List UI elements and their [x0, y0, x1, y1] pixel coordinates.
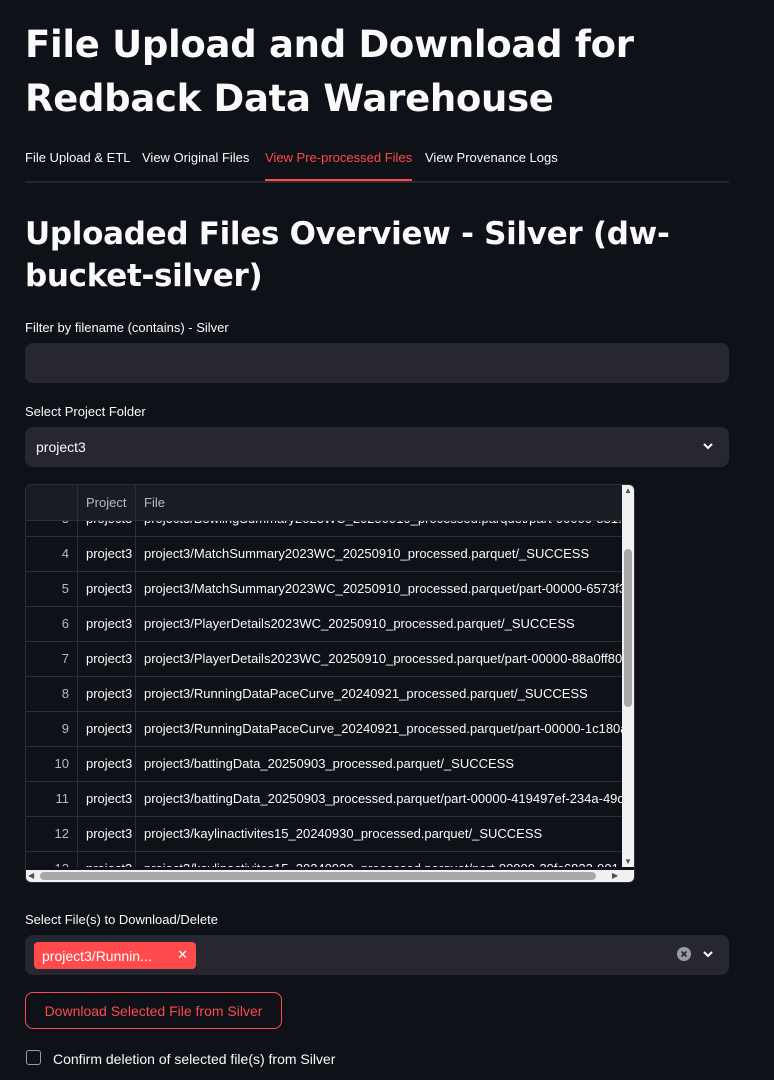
- row-index: 13: [26, 851, 77, 867]
- vertical-scrollbar[interactable]: ▲ ▼: [622, 485, 634, 867]
- chevron-down-icon: [701, 439, 715, 458]
- row-file: project3/BowlingSummary2023WC_20250910_p…: [135, 521, 624, 536]
- row-project: project3: [77, 676, 135, 711]
- row-file: project3/kaylinactivites15_20240930_proc…: [135, 851, 624, 867]
- row-project: project3: [77, 781, 135, 816]
- row-project: project3: [77, 746, 135, 781]
- filter-label: Filter by filename (contains) - Silver: [25, 320, 229, 335]
- row-file: project3/PlayerDetails2023WC_20250910_pr…: [135, 606, 624, 641]
- project-select-value: project3: [36, 439, 86, 455]
- scroll-down-arrow-icon[interactable]: ▼: [624, 857, 632, 867]
- download-button[interactable]: Download Selected File from Silver: [25, 992, 282, 1029]
- table-row[interactable]: 11 project3 project3/battingData_2025090…: [26, 781, 624, 817]
- scroll-right-arrow-icon[interactable]: ▶: [612, 871, 618, 881]
- column-header-project[interactable]: Project: [77, 485, 135, 520]
- column-header-index: [26, 485, 77, 520]
- file-select-label: Select File(s) to Download/Delete: [25, 912, 218, 927]
- filter-input[interactable]: [25, 343, 729, 383]
- table-row[interactable]: 9 project3 project3/RunningDataPaceCurve…: [26, 711, 624, 747]
- project-select[interactable]: project3: [25, 427, 729, 467]
- row-index: 7: [61, 651, 69, 666]
- row-file: project3/MatchSummary2023WC_20250910_pro…: [135, 571, 624, 606]
- clear-selection-icon[interactable]: [677, 947, 691, 966]
- row-file: project3/PlayerDetails2023WC_20250910_pr…: [135, 641, 624, 676]
- row-file: project3/battingData_20250903_processed.…: [135, 781, 624, 816]
- table-row[interactable]: 8 project3 project3/RunningDataPaceCurve…: [26, 676, 624, 712]
- table-row[interactable]: 7 project3 project3/PlayerDetails2023WC_…: [26, 641, 624, 677]
- row-project: project3: [77, 521, 135, 536]
- scroll-up-arrow-icon[interactable]: ▲: [624, 486, 632, 496]
- row-index: 4: [61, 546, 69, 561]
- row-project: project3: [77, 571, 135, 606]
- confirm-delete-checkbox[interactable]: [26, 1050, 41, 1065]
- row-project: project3: [77, 851, 135, 867]
- row-file: project3/MatchSummary2023WC_20250910_pro…: [135, 536, 624, 571]
- vertical-scroll-thumb[interactable]: [624, 549, 632, 707]
- tab-view-preprocessed-files[interactable]: View Pre-processed Files: [265, 146, 413, 181]
- row-index: 10: [54, 756, 69, 771]
- row-project: project3: [77, 641, 135, 676]
- page-title: File Upload and Download for Redback Dat…: [25, 23, 634, 120]
- row-project: project3: [77, 711, 135, 746]
- tab-bar: File Upload & ETL View Original Files Vi…: [25, 146, 729, 183]
- table-row[interactable]: 12 project3 project3/kaylinactivites15_2…: [26, 816, 624, 852]
- row-index: 12: [54, 826, 69, 841]
- tab-file-upload-etl[interactable]: File Upload & ETL: [25, 146, 131, 181]
- files-table[interactable]: Project File 3 project3 project3/Bowling…: [25, 484, 635, 883]
- horizontal-scrollbar[interactable]: ◀ ▶: [26, 870, 634, 882]
- table-row[interactable]: 10 project3 project3/battingData_2025090…: [26, 746, 624, 782]
- row-index: 11: [55, 791, 70, 806]
- row-project: project3: [77, 816, 135, 851]
- row-project: project3: [77, 536, 135, 571]
- tab-view-original-files[interactable]: View Original Files: [142, 146, 249, 181]
- row-file: project3/battingData_20250903_processed.…: [135, 746, 624, 781]
- table-header: Project File: [26, 485, 624, 521]
- row-project: project3: [77, 606, 135, 641]
- column-header-file[interactable]: File: [135, 485, 624, 520]
- table-row[interactable]: 6 project3 project3/PlayerDetails2023WC_…: [26, 606, 624, 642]
- row-index: 8: [61, 686, 69, 701]
- project-select-label: Select Project Folder: [25, 404, 146, 419]
- row-file: project3/kaylinactivites15_20240930_proc…: [135, 816, 624, 851]
- table-row[interactable]: 3 project3 project3/BowlingSummary2023WC…: [26, 521, 624, 537]
- row-index: 3: [26, 521, 77, 536]
- row-index: 5: [61, 581, 69, 596]
- scroll-left-arrow-icon[interactable]: ◀: [28, 871, 34, 881]
- table-row[interactable]: 5 project3 project3/MatchSummary2023WC_2…: [26, 571, 624, 607]
- selected-file-chip-label: project3/Runnin...: [42, 948, 152, 964]
- row-file: project3/RunningDataPaceCurve_20240921_p…: [135, 711, 624, 746]
- confirm-delete-label[interactable]: Confirm deletion of selected file(s) fro…: [53, 1051, 335, 1067]
- row-file: project3/RunningDataPaceCurve_20240921_p…: [135, 676, 624, 711]
- table-row[interactable]: 13 project3 project3/kaylinactivites15_2…: [26, 851, 624, 867]
- tab-view-provenance-logs[interactable]: View Provenance Logs: [425, 146, 558, 181]
- chip-remove-icon[interactable]: ✕: [177, 947, 188, 963]
- row-index: 9: [61, 721, 69, 736]
- table-body: 3 project3 project3/BowlingSummary2023WC…: [26, 521, 624, 867]
- section-title: Uploaded Files Overview - Silver (dw-buc…: [25, 216, 670, 294]
- file-multiselect[interactable]: project3/Runnin... ✕: [25, 935, 729, 975]
- selected-file-chip: project3/Runnin... ✕: [34, 942, 196, 969]
- horizontal-scroll-thumb[interactable]: [40, 872, 596, 880]
- table-row[interactable]: 4 project3 project3/MatchSummary2023WC_2…: [26, 536, 624, 572]
- row-index: 6: [61, 616, 69, 631]
- chevron-down-icon[interactable]: [701, 947, 715, 966]
